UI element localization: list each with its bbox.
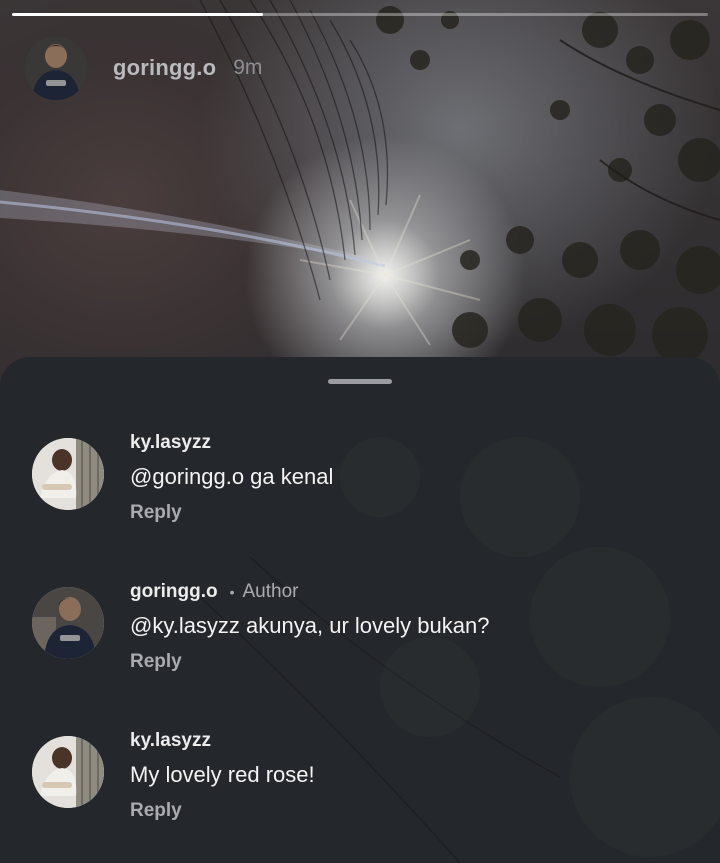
story-progress-track: [12, 13, 708, 16]
comment-header: goringg.o • Author: [130, 579, 489, 605]
avatar[interactable]: [32, 587, 104, 659]
story-header: goringg.o 9m: [24, 36, 262, 100]
comments-sheet: ky.lasyzz @goringg.o ga kenal Reply gori…: [0, 357, 720, 863]
comment-body: ky.lasyzz My lovely red rose! Reply: [130, 728, 315, 822]
author-badge: Author: [242, 581, 299, 602]
comment-header: ky.lasyzz: [130, 728, 315, 754]
comment-body: goringg.o • Author @ky.lasyzz akunya, ur…: [130, 579, 489, 673]
comment-text: My lovely red rose!: [130, 762, 315, 787]
comment-item: ky.lasyzz @goringg.o ga kenal Reply: [32, 430, 692, 540]
story-username[interactable]: goringg.o: [113, 55, 216, 81]
comment-text: @goringg.o ga kenal: [130, 464, 334, 489]
avatar[interactable]: [32, 736, 104, 808]
separator-dot: •: [229, 584, 235, 600]
avatar-image: [32, 438, 104, 510]
comment-username[interactable]: goringg.o: [130, 581, 218, 603]
avatar[interactable]: [32, 438, 104, 510]
reply-button[interactable]: Reply: [130, 651, 182, 673]
drag-handle[interactable]: [328, 379, 392, 384]
comment-username[interactable]: ky.lasyzz: [130, 730, 211, 752]
comment-header: ky.lasyzz: [130, 430, 333, 456]
story-timestamp: 9m: [233, 56, 263, 79]
reply-button[interactable]: Reply: [130, 800, 182, 822]
avatar-image: [32, 587, 104, 659]
avatar-image: [32, 736, 104, 808]
story-progress-fill: [12, 13, 263, 16]
comment-username[interactable]: ky.lasyzz: [130, 432, 211, 454]
comment-body: ky.lasyzz @goringg.o ga kenal Reply: [130, 430, 333, 524]
comment-text: @ky.lasyzz akunya, ur lovely bukan?: [130, 613, 490, 638]
comment-item: ky.lasyzz My lovely red rose! Reply: [32, 728, 692, 838]
avatar-image: [24, 36, 88, 100]
reply-button[interactable]: Reply: [130, 502, 182, 524]
comment-item: goringg.o • Author @ky.lasyzz akunya, ur…: [32, 579, 692, 689]
avatar[interactable]: [24, 36, 88, 100]
